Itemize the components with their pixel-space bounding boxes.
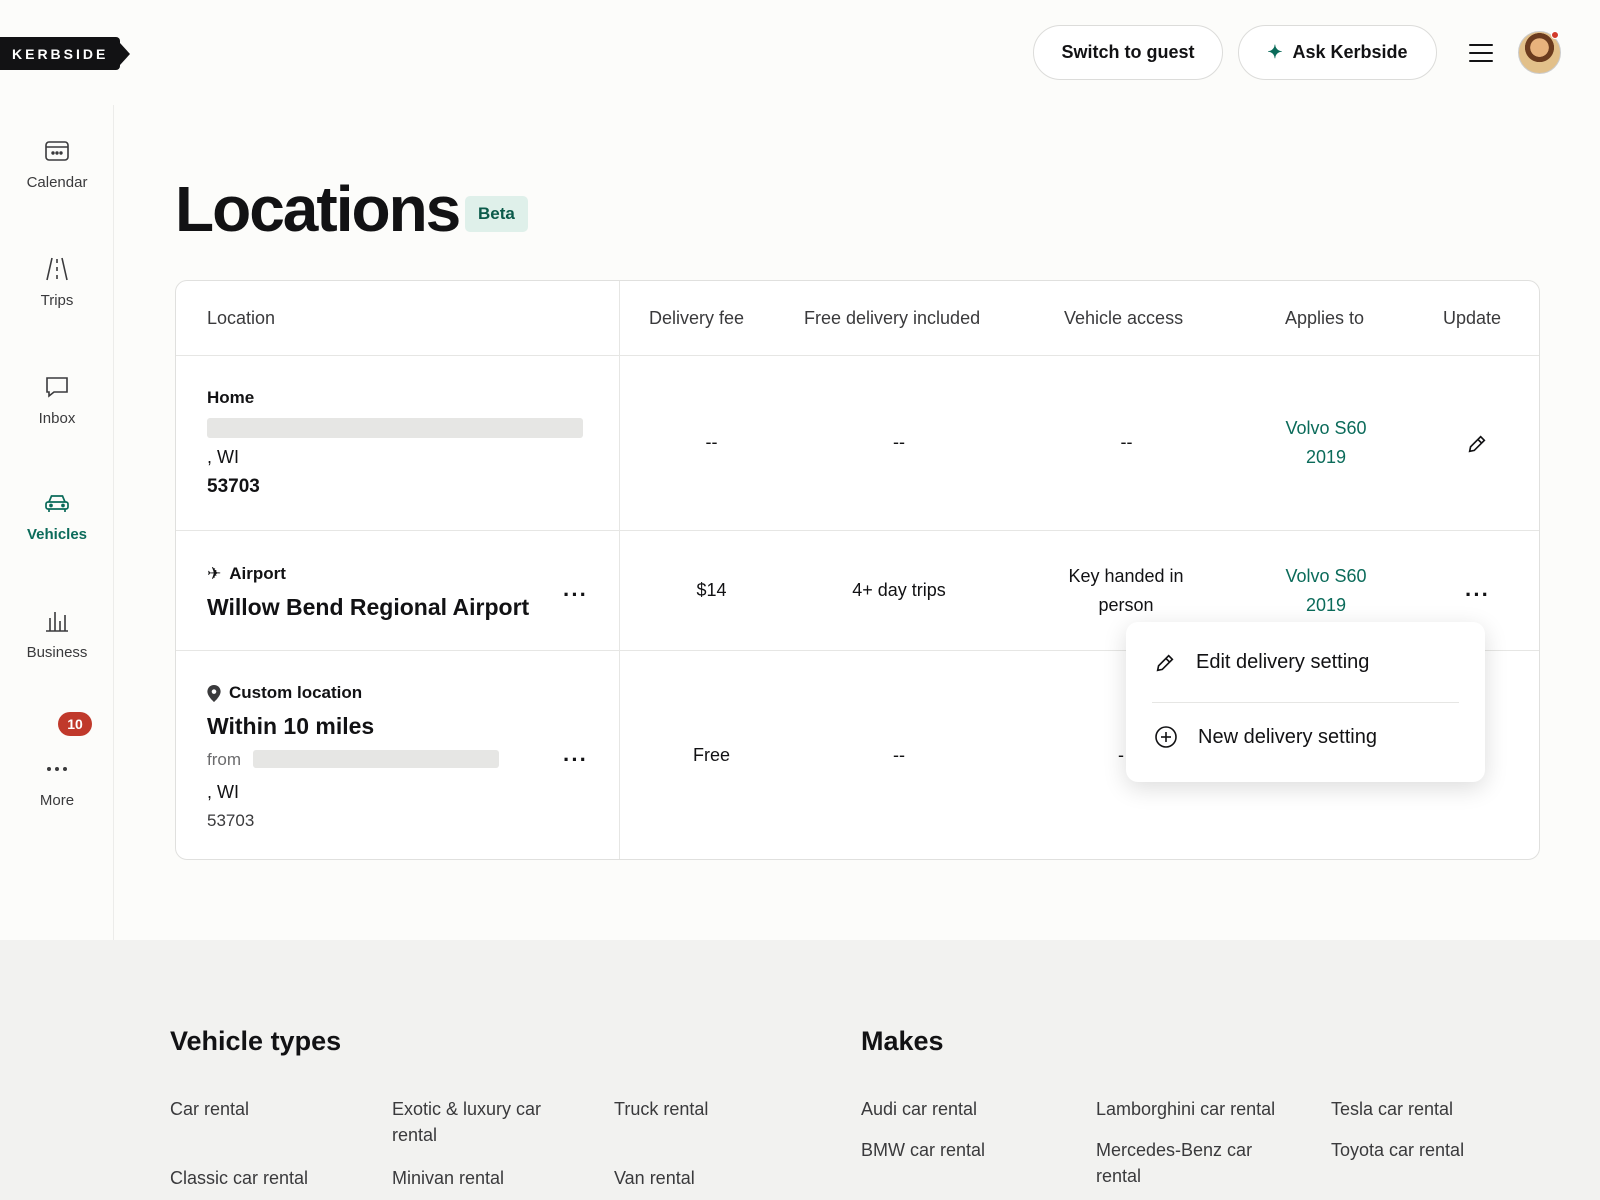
location-state: , WI xyxy=(207,782,239,802)
row-options-icon[interactable]: ··· xyxy=(563,584,588,606)
sparkle-icon: ✦ xyxy=(1267,42,1283,62)
sidebar-item-trips[interactable]: Trips xyxy=(0,256,114,309)
row-options-menu: Edit delivery setting New delivery setti… xyxy=(1126,622,1485,782)
chat-icon xyxy=(46,377,68,398)
footer-link[interactable]: Minivan rental xyxy=(392,1165,572,1191)
location-name: Within 10 miles xyxy=(207,713,375,739)
sidebar-item-more[interactable]: More xyxy=(0,756,114,809)
footer-link[interactable]: Toyota car rental xyxy=(1331,1137,1531,1163)
free-delivery-cell: -- xyxy=(893,745,905,765)
location-name: Willow Bend Regional Airport xyxy=(207,594,530,620)
vehicle-access-cell: Key handed in person xyxy=(1068,566,1184,615)
row-divider xyxy=(176,530,1539,531)
page-title: Locations xyxy=(175,173,461,245)
footer-link[interactable]: Classic car rental xyxy=(170,1165,370,1191)
menu-item-new-delivery-setting[interactable]: New delivery setting xyxy=(1154,725,1377,749)
hamburger-menu-icon[interactable] xyxy=(1469,44,1493,62)
row-options-icon[interactable]: ··· xyxy=(1465,584,1490,606)
location-type-airport: ✈ Airport xyxy=(207,564,286,583)
applies-to-link[interactable]: Volvo S60 2019 xyxy=(1266,414,1386,472)
delivery-fee-cell: -- xyxy=(705,432,718,452)
sidebar-item-calendar[interactable]: Calendar xyxy=(0,138,114,191)
ask-kerbside-label: Ask Kerbside xyxy=(1292,42,1408,62)
logo-text: KERBSIDE xyxy=(0,37,121,70)
ask-kerbside-button[interactable]: ✦ Ask Kerbside xyxy=(1238,25,1437,80)
switch-to-guest-button[interactable]: Switch to guest xyxy=(1033,25,1223,80)
redacted-address xyxy=(207,418,583,438)
sidebar-item-vehicles[interactable]: Vehicles xyxy=(0,490,114,543)
footer-link[interactable]: BMW car rental xyxy=(861,1137,1061,1163)
menu-item-label: Edit delivery setting xyxy=(1196,651,1370,673)
sidebar-item-label: Inbox xyxy=(38,410,76,427)
calendar-icon xyxy=(45,141,69,161)
car-icon xyxy=(45,495,69,512)
menu-divider xyxy=(1152,702,1459,703)
footer: Vehicle types Car rental Exotic & luxury… xyxy=(0,940,1600,1200)
pencil-icon[interactable] xyxy=(1466,433,1488,455)
sidebar-item-label: Trips xyxy=(40,292,74,309)
applies-to-link[interactable]: Volvo S60 2019 xyxy=(1266,562,1386,620)
airplane-icon: ✈ xyxy=(207,564,222,583)
sidebar-item-inbox[interactable]: Inbox xyxy=(0,374,114,427)
footer-link[interactable]: Mercedes-Benz car rental xyxy=(1096,1137,1276,1189)
redacted-address xyxy=(253,750,499,768)
sidebar-item-label: More xyxy=(39,792,75,809)
bar-chart-icon xyxy=(46,612,68,632)
delivery-fee-cell: $14 xyxy=(696,580,727,600)
notification-dot xyxy=(1551,31,1559,39)
location-zip: 53703 xyxy=(207,811,255,830)
footer-link[interactable]: Car rental xyxy=(170,1096,370,1122)
header-update: Update xyxy=(1443,308,1502,328)
header-vehicle-access: Vehicle access xyxy=(1064,308,1184,328)
footer-link[interactable]: Lamborghini car rental xyxy=(1096,1096,1296,1122)
pencil-icon xyxy=(1156,653,1174,671)
sidebar-item-label: Business xyxy=(26,644,88,661)
more-dots-icon xyxy=(47,767,67,771)
location-state: , WI xyxy=(207,447,239,467)
row-options-icon[interactable]: ··· xyxy=(563,749,588,771)
location-zip: 53703 xyxy=(207,476,260,497)
plus-circle-icon xyxy=(1155,726,1177,748)
free-delivery-cell: -- xyxy=(893,432,905,452)
location-type-home: Home xyxy=(207,388,255,407)
sidebar-item-label: Vehicles xyxy=(26,526,88,543)
header-applies-to: Applies to xyxy=(1285,308,1365,328)
footer-link[interactable]: Tesla car rental xyxy=(1331,1096,1531,1122)
map-pin-icon xyxy=(207,684,221,702)
vehicle-access-cell: -- xyxy=(1120,432,1133,452)
delivery-fee-cell: Free xyxy=(692,745,730,765)
footer-heading-makes: Makes xyxy=(861,1026,944,1056)
location-from-label: from xyxy=(207,750,241,769)
menu-item-edit-delivery-setting[interactable]: Edit delivery setting xyxy=(1154,651,1369,674)
beta-badge: Beta xyxy=(465,196,528,232)
location-type-custom: Custom location xyxy=(207,683,362,703)
header-free-delivery: Free delivery included xyxy=(804,308,981,328)
footer-link[interactable]: Exotic & luxury car rental xyxy=(392,1096,572,1148)
footer-heading-vehicle-types: Vehicle types xyxy=(170,1026,342,1056)
footer-link[interactable]: Audi car rental xyxy=(861,1096,1061,1122)
header-divider xyxy=(176,355,1539,356)
footer-link[interactable]: Truck rental xyxy=(614,1096,794,1122)
kerbside-logo[interactable]: KERBSIDE xyxy=(0,37,131,70)
column-divider xyxy=(619,281,620,859)
more-badge: 10 xyxy=(58,712,92,736)
logo-tip xyxy=(120,42,131,65)
sidebar-item-label: Calendar xyxy=(26,174,88,191)
header-location: Location xyxy=(207,308,276,328)
header-delivery-fee: Delivery fee xyxy=(649,308,745,328)
sidebar-item-business[interactable]: Business xyxy=(0,608,114,661)
footer-link[interactable]: Van rental xyxy=(614,1165,794,1191)
menu-item-label: New delivery setting xyxy=(1198,725,1377,748)
free-delivery-cell: 4+ day trips xyxy=(852,580,946,600)
road-icon xyxy=(46,257,68,281)
